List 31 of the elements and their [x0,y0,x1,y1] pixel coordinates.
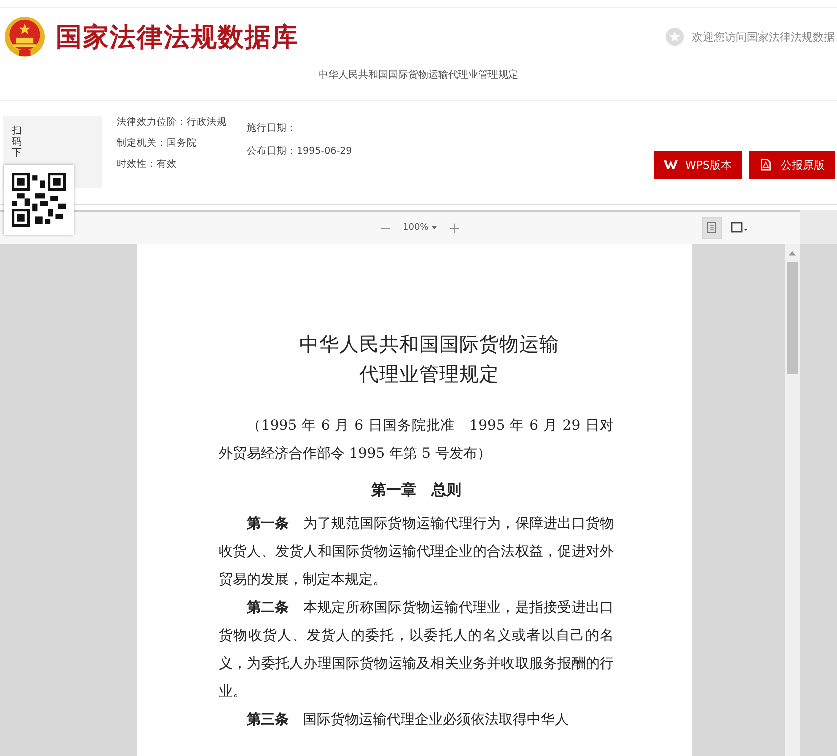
info-text: 法律效力位阶：行政法规 [117,116,227,129]
scrollbar[interactable] [785,244,800,756]
chapter-heading: 第一章 总则 [372,481,462,499]
article-paragraph: 第二条 本规定所称国际货物运输代理业，是指接受进出口货物收货人、发货人的委托，以委托人的名义或者以自己的名义，为委托人办理国际货物运输及相关业务并收取服务报酬的行业。 [219,599,614,702]
wps-version-button[interactable]: WPS版本 [654,151,742,179]
emblem-icon [4,16,46,58]
info-text: 施行日期： [247,122,298,135]
document-title: 代理业管理规定 [360,362,500,388]
article-paragraph: 第一条 为了规范国际货物运输代理行为，保障进出口货物收货人、发货人和国际货物运输代理企业的合法权益，促进对外贸易的发展，制定本规定。 [219,515,614,590]
download-label: 扫码下 [12,126,22,159]
info-text: 公布日期：1995-06-29 [247,145,352,158]
gazette-original-button[interactable]: 公报原版 [749,151,835,179]
qr-code-icon [12,173,66,227]
law-title: 中华人民共和国国际货物运输代理业管理规定 [318,70,518,81]
zoom-select[interactable]: 100% [403,223,429,233]
info-text: 制定机关：国务院 [117,137,198,150]
site-title: 国家法律法规数据库 [56,22,299,54]
scroll-up-icon[interactable] [789,251,796,256]
info-text: 时效性：有效 [117,158,178,171]
single-page-icon [706,222,718,234]
welcome-text: 欢迎您访问国家法律法规数据 [692,30,835,44]
caret-icon[interactable] [432,226,437,230]
single-page-button[interactable] [702,217,722,239]
document-title: 中华人民共和国国际货物运输 [300,332,560,358]
document-note: （1995 年 6 月 6 日国务院批准 1995 年 6 月 29 日对外贸易经济合作部令 1995 年第 5 号发布） [219,417,614,464]
page-caret-icon [731,222,749,234]
article-paragraph: 第三条 国际货物运输代理企业必须依法取得中华人 [246,711,570,730]
zoom-in-icon[interactable] [448,222,460,234]
scroll-thumb[interactable] [787,262,798,374]
pdf-icon [759,159,773,171]
w-logo-icon [664,159,678,171]
